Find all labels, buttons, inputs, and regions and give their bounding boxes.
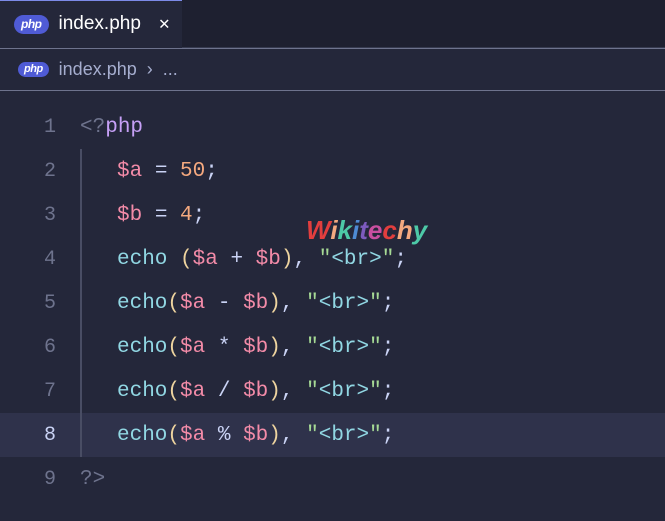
code-content: ?> [80,468,105,491]
code-line: 4 echo ($a + $b), "<br>"; [0,237,665,281]
line-number: 9 [0,468,80,491]
code-content: <?php [80,116,143,139]
code-content: echo($a - $b), "<br>"; [82,292,394,315]
tab-index-php[interactable]: php index.php ✕ [0,0,182,48]
php-icon: php [18,62,49,77]
code-line: 6 echo($a * $b), "<br>"; [0,325,665,369]
close-icon[interactable]: ✕ [159,13,170,35]
code-line-active: 8 echo($a % $b), "<br>"; [0,413,665,457]
code-line: 9 ?> [0,457,665,501]
code-content: echo($a % $b), "<br>"; [82,424,394,447]
code-content: echo($a * $b), "<br>"; [82,336,394,359]
tab-filename: index.php [59,13,141,35]
line-number: 2 [0,160,80,183]
tab-bar: php index.php ✕ [0,0,665,48]
code-line: 5 echo($a - $b), "<br>"; [0,281,665,325]
line-number: 6 [0,336,80,359]
code-line: 7 echo($a / $b), "<br>"; [0,369,665,413]
line-number: 4 [0,248,80,271]
line-number: 8 [0,424,80,447]
line-number: 7 [0,380,80,403]
code-content: echo ($a + $b), "<br>"; [82,248,407,271]
chevron-right-icon: › [147,59,153,80]
code-editor[interactable]: 1 <?php 2 $a = 50; 3 $b = 4; 4 echo ($a … [0,91,665,501]
breadcrumb-more[interactable]: ... [163,59,178,80]
php-icon: php [14,15,49,34]
line-number: 5 [0,292,80,315]
code-content: echo($a / $b), "<br>"; [82,380,394,403]
line-number: 1 [0,116,80,139]
code-line: 3 $b = 4; [0,193,665,237]
line-number: 3 [0,204,80,227]
breadcrumb: php index.php › ... [0,48,665,91]
code-line: 1 <?php [0,105,665,149]
code-line: 2 $a = 50; [0,149,665,193]
breadcrumb-file[interactable]: index.php [59,59,137,80]
code-content: $a = 50; [82,160,218,183]
code-content: $b = 4; [82,204,205,227]
